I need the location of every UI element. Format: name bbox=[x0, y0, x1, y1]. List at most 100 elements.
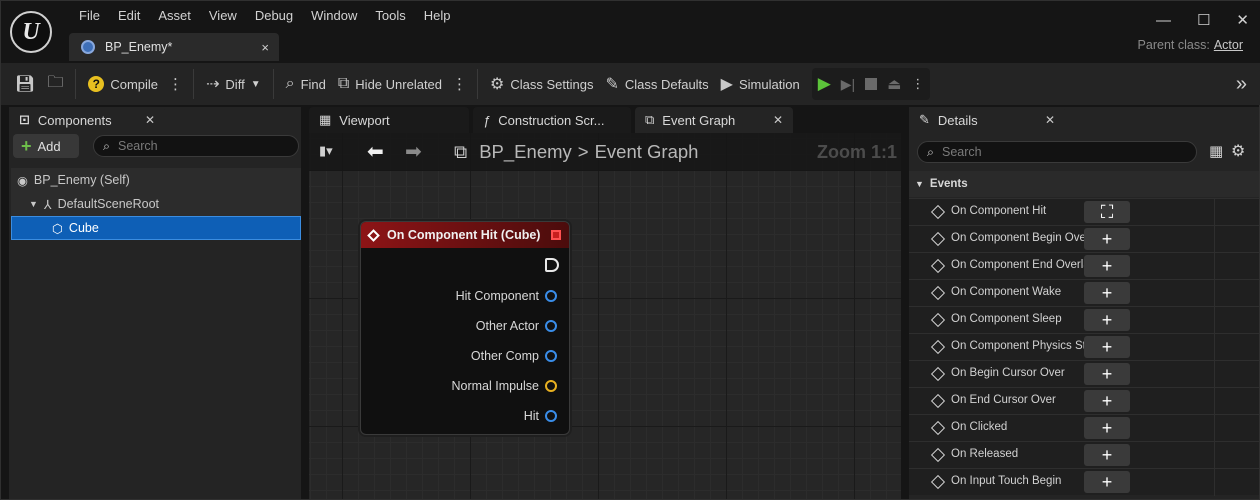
menu-asset[interactable]: Asset bbox=[149, 8, 200, 23]
event-row: On Component Physics State Change+ bbox=[909, 333, 1259, 361]
menu-view[interactable]: View bbox=[200, 8, 246, 23]
table-view-icon[interactable]: ▦ bbox=[1209, 142, 1223, 160]
tab-construction-label: Construction Scr... bbox=[498, 112, 605, 128]
details-search-input[interactable]: ⌕ Search bbox=[917, 141, 1197, 163]
add-event-button[interactable]: + bbox=[1084, 471, 1130, 493]
bookmark-icon[interactable]: ▮▾ bbox=[319, 143, 333, 159]
tree-item-label: DefaultSceneRoot bbox=[57, 197, 160, 211]
add-event-button[interactable]: + bbox=[1084, 363, 1130, 385]
class-defaults-button[interactable]: ✎ Class Defaults bbox=[599, 69, 714, 99]
add-event-button[interactable]: + bbox=[1084, 336, 1130, 358]
parent-class-link[interactable]: Actor bbox=[1214, 38, 1243, 52]
events-section-header[interactable]: ▼ Events bbox=[909, 171, 1259, 197]
add-event-button[interactable]: + bbox=[1084, 282, 1130, 304]
add-event-button[interactable]: + bbox=[1084, 417, 1130, 439]
tab-construction-script[interactable]: ƒ Construction Scr... bbox=[473, 107, 631, 133]
graph-options-icon[interactable]: ⋮ bbox=[448, 75, 471, 93]
hide-unrelated-button[interactable]: ⧉ Hide Unrelated bbox=[332, 69, 448, 99]
compile-button[interactable]: ? Compile bbox=[82, 69, 164, 99]
column-divider bbox=[1214, 199, 1215, 226]
event-name: On Component Sleep bbox=[951, 313, 1062, 325]
pin-hit[interactable]: Hit bbox=[524, 409, 557, 423]
close-window-icon[interactable]: ✕ bbox=[1236, 11, 1249, 29]
maximize-icon[interactable]: ☐ bbox=[1197, 11, 1210, 29]
exec-pin-icon[interactable] bbox=[545, 258, 559, 272]
blueprint-editor-window: U File Edit Asset View Debug Window Tool… bbox=[0, 0, 1260, 500]
menu-window[interactable]: Window bbox=[302, 8, 366, 23]
save-button[interactable]: 💾︎ bbox=[9, 69, 41, 99]
components-search-input[interactable]: ⌕ Search bbox=[93, 135, 299, 157]
play-icon[interactable]: ▶ bbox=[818, 74, 831, 94]
class-settings-button[interactable]: ⚙ Class Settings bbox=[484, 69, 599, 99]
add-component-button[interactable]: + Add bbox=[13, 134, 79, 158]
menu-debug[interactable]: Debug bbox=[246, 8, 302, 23]
stop-icon[interactable] bbox=[865, 78, 878, 90]
pin-label: Hit bbox=[523, 409, 539, 423]
graph-hierarchy-icon: ⧉ bbox=[454, 141, 468, 162]
add-event-button[interactable]: + bbox=[1084, 444, 1130, 466]
minimize-icon[interactable]: — bbox=[1156, 12, 1171, 29]
add-event-button[interactable]: ⛶ bbox=[1084, 201, 1130, 223]
back-arrow-icon[interactable]: ⬅ bbox=[367, 139, 384, 164]
browse-button[interactable]: 🗀 bbox=[41, 69, 69, 99]
function-icon: ƒ bbox=[483, 112, 491, 128]
breadcrumb-root[interactable]: BP_Enemy bbox=[479, 141, 572, 163]
pin-other-actor[interactable]: Other Actor bbox=[476, 319, 557, 333]
menu-edit[interactable]: Edit bbox=[109, 8, 149, 23]
close-panel-icon[interactable]: ✕ bbox=[145, 113, 155, 127]
tree-item-cube[interactable]: ⬡ Cube bbox=[11, 216, 301, 240]
toolbar-divider bbox=[272, 69, 274, 99]
section-label: Events bbox=[929, 178, 968, 190]
event-name: On Component Wake bbox=[951, 286, 1062, 298]
tab-viewport[interactable]: ▦ Viewport bbox=[309, 107, 469, 133]
play-options-icon[interactable]: ⋮ bbox=[911, 76, 924, 92]
search-placeholder: Search bbox=[942, 145, 982, 159]
search-placeholder: Search bbox=[118, 139, 158, 153]
collapse-arrow-icon[interactable]: ▼ bbox=[29, 199, 38, 209]
diff-button[interactable]: ⇢ Diff ▼ bbox=[200, 69, 267, 99]
node-header[interactable]: On Component Hit (Cube) bbox=[361, 222, 569, 248]
components-icon: ⊡ bbox=[19, 112, 30, 127]
tab-event-graph[interactable]: ⧉ Event Graph ✕ bbox=[635, 107, 793, 133]
pin-other-comp[interactable]: Other Comp bbox=[471, 349, 557, 363]
menu-tools[interactable]: Tools bbox=[366, 8, 414, 23]
eject-icon[interactable]: ⏏ bbox=[887, 75, 901, 93]
pin-hit-component[interactable]: Hit Component bbox=[456, 289, 557, 303]
chevron-down-icon: ▼ bbox=[915, 179, 924, 189]
find-button[interactable]: ⌕ Find bbox=[280, 69, 332, 99]
tree-item-default-scene-root[interactable]: ▼ ⅄ DefaultSceneRoot bbox=[11, 192, 301, 216]
simulation-button[interactable]: ▶ Simulation bbox=[715, 69, 806, 99]
step-icon[interactable]: ▶| bbox=[841, 76, 855, 93]
pin-normal-impulse[interactable]: Normal Impulse bbox=[451, 379, 557, 393]
compile-options-icon[interactable]: ⋮ bbox=[164, 75, 187, 93]
delegate-pin-icon[interactable] bbox=[551, 230, 561, 240]
blueprint-actor-icon bbox=[81, 40, 95, 54]
close-panel-icon[interactable]: ✕ bbox=[1045, 113, 1055, 127]
unreal-logo-icon[interactable]: U bbox=[10, 11, 52, 53]
close-tab-icon[interactable]: × bbox=[261, 40, 269, 55]
tab-details[interactable]: ✎ Details ✕ bbox=[909, 107, 1065, 133]
breadcrumb-page[interactable]: Event Graph bbox=[595, 141, 699, 163]
event-row: On Component Begin Overlap + bbox=[909, 225, 1259, 253]
event-name: On Component Begin Overlap bbox=[951, 232, 1104, 244]
event-node-on-component-hit[interactable]: On Component Hit (Cube) Hit Component Ot… bbox=[360, 221, 570, 435]
expand-toolbar-icon[interactable]: » bbox=[1236, 73, 1247, 96]
tab-components[interactable]: ⊡ Components ✕ bbox=[9, 107, 165, 133]
forward-arrow-icon[interactable]: ➡ bbox=[405, 139, 422, 164]
tree-item-self[interactable]: ◉ BP_Enemy (Self) bbox=[11, 168, 301, 192]
add-event-button[interactable]: + bbox=[1084, 228, 1130, 250]
menu-file[interactable]: File bbox=[70, 8, 109, 23]
add-event-button[interactable]: + bbox=[1084, 390, 1130, 412]
object-pin-icon bbox=[545, 320, 557, 332]
document-tab-bp-enemy[interactable]: BP_Enemy* × bbox=[69, 33, 279, 61]
gear-icon[interactable]: ⚙ bbox=[1231, 141, 1245, 161]
add-event-button[interactable]: + bbox=[1084, 309, 1130, 331]
event-diamond-icon bbox=[930, 420, 946, 436]
add-event-button[interactable]: + bbox=[1084, 255, 1130, 277]
event-graph-canvas[interactable]: ▮▾ ⬅ ➡ ⧉ BP_Enemy > Event Graph Zoom 1:1… bbox=[309, 133, 901, 499]
event-row: On Component End Overlap + bbox=[909, 252, 1259, 280]
menu-help[interactable]: Help bbox=[415, 8, 460, 23]
close-tab-icon[interactable]: ✕ bbox=[773, 113, 783, 127]
cube-mesh-icon: ⬡ bbox=[52, 221, 63, 236]
column-divider bbox=[1214, 388, 1215, 415]
